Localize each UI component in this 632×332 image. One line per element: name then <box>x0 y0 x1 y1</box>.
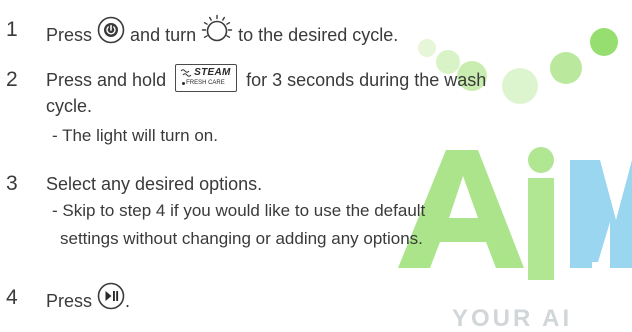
step-1-turn-label: and turn <box>130 24 197 45</box>
steam-icon <box>180 69 192 77</box>
step-2-text: Press and hold STEAM FRESH CARE for 3 se… <box>46 64 487 95</box>
steam-fresh-care-button: STEAM FRESH CARE <box>175 64 238 93</box>
step-number: 1 <box>6 18 18 41</box>
step-1-cycle-label: to the desired cycle. <box>238 24 399 45</box>
manual-page: YOUR AI 1 Press and turn to the desired … <box>0 0 632 332</box>
power-button-icon <box>97 16 125 52</box>
step-2-note: - The light will turn on. <box>52 126 218 145</box>
steam-button-subtitle: FRESH CARE <box>186 80 225 87</box>
step-1-text: Press and turn to the desired cycle. <box>46 14 399 56</box>
start-pause-icon <box>97 282 125 318</box>
step-number: 4 <box>6 286 18 309</box>
cycle-dial-icon <box>201 14 233 54</box>
watermark-text: YOUR AI <box>452 305 572 332</box>
step-2-continuation: cycle. <box>46 96 93 116</box>
steam-button-title: STEAM <box>194 67 231 79</box>
button-led-icon <box>182 82 186 86</box>
step-3-text: Select any desired options. <box>46 174 263 194</box>
watermark-letters <box>398 147 632 280</box>
step-number: 2 <box>6 68 18 91</box>
step-4-press-label: Press <box>46 290 93 311</box>
step-3-note-line-2: settings without changing or adding any … <box>60 229 423 248</box>
step-2-duration-label: for 3 seconds during the wash <box>246 70 487 90</box>
step-1-press-label: Press <box>46 24 93 45</box>
step-3-note-line-1: - Skip to step 4 if you would like to us… <box>52 201 426 220</box>
step-number: 3 <box>6 172 18 195</box>
step-4-period: . <box>125 290 131 311</box>
step-2-press-hold-label: Press and hold <box>46 70 167 90</box>
step-4-text: Press . <box>46 282 131 320</box>
